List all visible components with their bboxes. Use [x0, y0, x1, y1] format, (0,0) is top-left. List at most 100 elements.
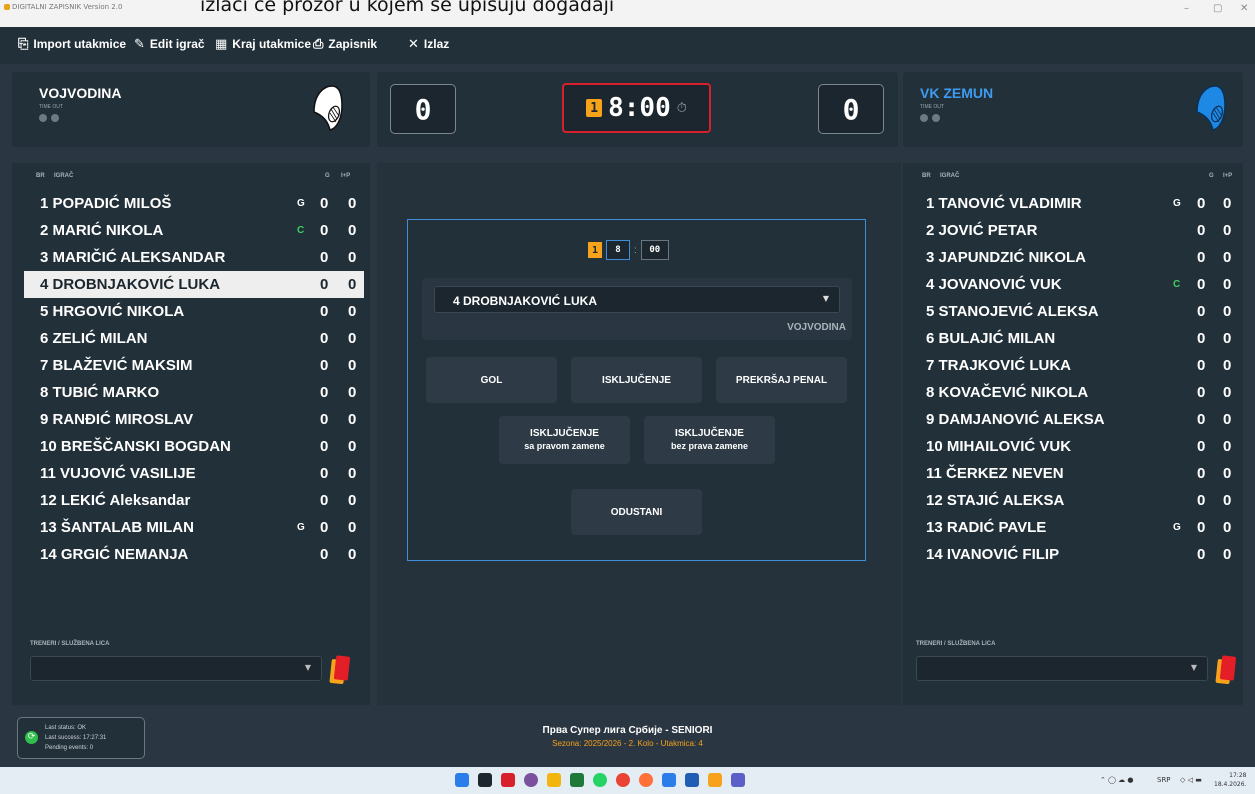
player-name: BREŠČANSKI BOGDAN: [60, 438, 231, 455]
exclusion-with-sub-sublabel: sa pravom zamene: [524, 441, 605, 451]
away-roster-panel: BR IGRAČ G I+P 1 TANOVIĆ VLADIMIR G 0 0 2 JO…: [903, 163, 1243, 705]
player-exclusions: 0: [1223, 195, 1232, 212]
event-dialog: 1 8 : 00 4 DROBNJAKOVIĆ LUKA ▼ VOJVODINA…: [407, 219, 866, 561]
exclusion-button[interactable]: ISKLJUČENJE: [571, 357, 702, 403]
player-select[interactable]: 4 DROBNJAKOVIĆ LUKA ▼: [434, 286, 840, 313]
chrome-icon[interactable]: [616, 773, 630, 787]
stopwatch-icon[interactable]: ⏱: [677, 101, 687, 116]
whatsapp-icon[interactable]: [593, 773, 607, 787]
player-row[interactable]: 11 ČERKEZ NEVEN 0 0: [910, 460, 1240, 487]
player-row[interactable]: 13 RADIĆ PAVLE G 0 0: [910, 514, 1240, 541]
player-row[interactable]: 1 POPADIĆ MILOŠ G 0 0: [24, 190, 364, 217]
player-row[interactable]: 11 VUJOVIĆ VASILIJE 0 0: [24, 460, 364, 487]
player-row[interactable]: 14 IVANOVIĆ FILIP 0 0: [910, 541, 1240, 568]
start-icon[interactable]: [455, 773, 469, 787]
player-row[interactable]: 1 TANOVIĆ VLADIMIR G 0 0: [910, 190, 1240, 217]
player-row[interactable]: 6 ZELIĆ MILAN 0 0: [24, 325, 364, 352]
file-explorer-icon[interactable]: [547, 773, 561, 787]
timeout-dot[interactable]: [39, 114, 47, 122]
sync-status-box: ⟳ Last status: OK Last success: 17:27:31…: [17, 717, 145, 759]
player-row[interactable]: 12 LEKIĆ Aleksandar 0 0: [24, 487, 364, 514]
dialog-seconds-input[interactable]: 00: [640, 240, 669, 260]
tray-icons[interactable]: ⌃ ◯ ☁ ●: [1100, 776, 1133, 784]
player-exclusions: 0: [348, 438, 357, 455]
player-row[interactable]: 9 RANĐIĆ MIROSLAV 0 0: [24, 406, 364, 433]
player-row[interactable]: 5 STANOJEVIĆ ALEKSA 0 0: [910, 298, 1240, 325]
home-team-name: VOJVODINA: [39, 85, 122, 101]
penalty-foul-button[interactable]: PREKRŠAJ PENAL: [716, 357, 847, 403]
away-timeout-indicators[interactable]: [920, 114, 940, 122]
player-row[interactable]: 5 HRGOVIĆ NIKOLA 0 0: [24, 298, 364, 325]
player-number-name: 2 MARIĆ NIKOLA: [40, 222, 163, 239]
player-row[interactable]: 10 MIHAILOVIĆ VUK 0 0: [910, 433, 1240, 460]
player-row[interactable]: 2 JOVIĆ PETAR 0 0: [910, 217, 1240, 244]
viber-icon[interactable]: [524, 773, 538, 787]
menu-report[interactable]: ⎙ Zapisnik: [313, 37, 377, 51]
player-goals: 0: [320, 195, 329, 212]
player-number-name: 4 DROBNJAKOVIĆ LUKA: [40, 276, 220, 293]
score-header: VOJVODINA TIME OUT 0 0 1 8:00 ⏱ VK ZEMUN…: [0, 64, 1255, 156]
game-clock[interactable]: 1 8:00 ⏱: [562, 83, 711, 133]
pencil-icon: ✎: [134, 36, 145, 52]
menu-edit-player[interactable]: ✎ Edit igrač: [134, 37, 205, 51]
timeout-dot[interactable]: [920, 114, 928, 122]
player-number-name: 6 ZELIĆ MILAN: [40, 330, 148, 347]
away-officials-select[interactable]: ▼: [916, 656, 1208, 681]
exclusion-without-sub-button[interactable]: ISKLJUČENJE bez prava zamene: [644, 416, 775, 464]
pdf-reader-icon[interactable]: [501, 773, 515, 787]
home-timeout-indicators[interactable]: [39, 114, 59, 122]
app-icon-store[interactable]: [685, 773, 699, 787]
goal-button[interactable]: GOL: [426, 357, 557, 403]
player-row[interactable]: 7 BLAŽEVIĆ MAKSIM 0 0: [24, 352, 364, 379]
player-row[interactable]: 8 TUBIĆ MARKO 0 0: [24, 379, 364, 406]
away-team-name: VK ZEMUN: [920, 85, 994, 101]
player-exclusions: 0: [348, 384, 357, 401]
player-number: 14: [40, 546, 57, 563]
minimize-button[interactable]: –: [1184, 3, 1189, 14]
menu-import-match[interactable]: ⎘ Import utakmice: [18, 37, 126, 51]
player-goals: 0: [1197, 195, 1206, 212]
away-score[interactable]: 0: [818, 84, 884, 134]
player-row[interactable]: 12 STAJIĆ ALEKSA 0 0: [910, 487, 1240, 514]
player-row[interactable]: 14 GRGIĆ NEMANJA 0 0: [24, 541, 364, 568]
home-score[interactable]: 0: [390, 84, 456, 134]
player-row[interactable]: 4 DROBNJAKOVIĆ LUKA 0 0: [24, 271, 364, 298]
player-name: JAPUNDZIĆ NIKOLA: [938, 249, 1087, 266]
teams-icon[interactable]: [731, 773, 745, 787]
player-goals: 0: [320, 303, 329, 320]
player-row[interactable]: 6 BULAJIĆ MILAN 0 0: [910, 325, 1240, 352]
excel-icon[interactable]: [570, 773, 584, 787]
app-icon-blue[interactable]: [662, 773, 676, 787]
player-row[interactable]: 2 MARIĆ NIKOLA C 0 0: [24, 217, 364, 244]
menu-exit[interactable]: ✕ Izlaz: [408, 37, 449, 51]
home-officials-select[interactable]: ▼: [30, 656, 322, 681]
player-row[interactable]: 3 JAPUNDZIĆ NIKOLA 0 0: [910, 244, 1240, 271]
cancel-button[interactable]: ODUSTANI: [571, 489, 702, 535]
player-row[interactable]: 13 ŠANTALAB MILAN G 0 0: [24, 514, 364, 541]
menu-exit-label: Izlaz: [423, 37, 450, 51]
player-exclusions: 0: [348, 276, 357, 293]
player-row[interactable]: 7 TRAJKOVIĆ LUKA 0 0: [910, 352, 1240, 379]
timeout-dot[interactable]: [51, 114, 59, 122]
exclusion-button-label: ISKLJUČENJE: [602, 374, 671, 386]
red-card-icon[interactable]: [333, 655, 351, 681]
red-card-icon[interactable]: [1219, 655, 1237, 681]
exclusion-with-sub-button[interactable]: ISKLJUČENJE sa pravom zamene: [499, 416, 630, 464]
timeout-dot[interactable]: [932, 114, 940, 122]
player-row[interactable]: 10 BREŠČANSKI BOGDAN 0 0: [24, 433, 364, 460]
language-indicator[interactable]: SRP: [1157, 776, 1171, 784]
task-view-icon[interactable]: [478, 773, 492, 787]
maximize-button[interactable]: ▢: [1213, 3, 1222, 14]
player-row[interactable]: 3 MARIČIĆ ALEKSANDAR 0 0: [24, 244, 364, 271]
player-row[interactable]: 8 KOVAČEVIĆ NIKOLA 0 0: [910, 379, 1240, 406]
player-role-badge: C: [297, 225, 305, 236]
menu-end-match[interactable]: ▦ Kraj utakmice: [215, 37, 311, 51]
dialog-minutes-input[interactable]: 8: [606, 240, 630, 260]
firefox-icon[interactable]: [639, 773, 653, 787]
close-window-button[interactable]: ✕: [1240, 3, 1248, 14]
network-volume-icons[interactable]: ◇ ◁ ▬: [1180, 776, 1202, 784]
player-row[interactable]: 4 JOVANOVIĆ VUK C 0 0: [910, 271, 1240, 298]
clock-area[interactable]: 17:28 18.4.2026.: [1214, 771, 1246, 789]
zapisnik-app-icon[interactable]: [708, 773, 722, 787]
player-row[interactable]: 9 DAMJANOVIĆ ALEKSA 0 0: [910, 406, 1240, 433]
